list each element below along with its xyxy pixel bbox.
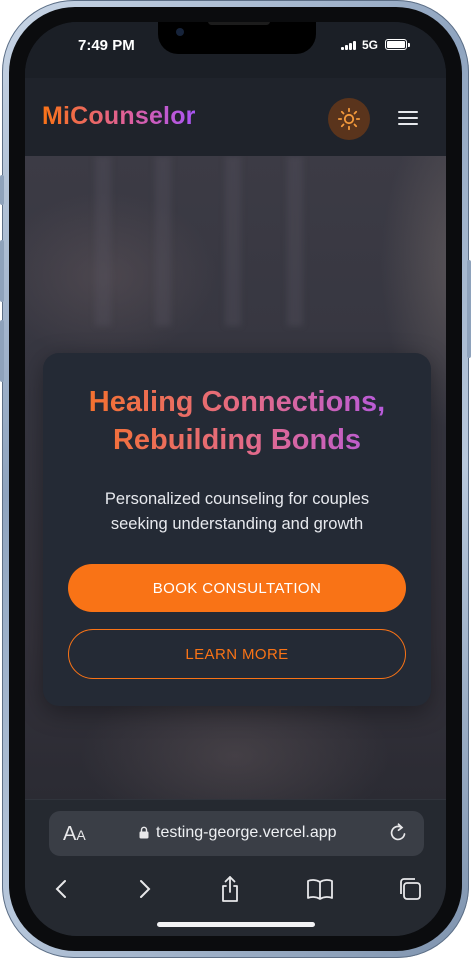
hero-subtitle: Personalized counseling for couples seek…	[73, 487, 401, 537]
learn-more-button[interactable]: LEARN MORE	[68, 629, 406, 679]
earpiece-speaker	[208, 22, 270, 25]
signal-icon	[341, 40, 359, 50]
bookmarks-icon[interactable]	[306, 875, 334, 903]
notch	[158, 22, 316, 54]
volume-up-button	[0, 240, 4, 302]
browser-toolbar: AA testing-george.vercel.app	[25, 799, 446, 936]
hero-title-line-1: Healing Connections,	[88, 386, 386, 418]
hero-subtitle-line-2: seeking understanding and growth	[110, 515, 364, 533]
reload-icon[interactable]	[386, 821, 410, 845]
background-blur	[225, 156, 241, 326]
theme-toggle-button[interactable]	[328, 98, 370, 140]
status-bar: 7:49 PM 5G	[25, 22, 446, 78]
hero-title: Healing Connections, Rebuilding Bonds	[43, 383, 431, 459]
background-blur	[95, 156, 111, 326]
power-button	[467, 260, 471, 358]
hero-title-line-2: Rebuilding Bonds	[112, 424, 362, 456]
battery-icon	[385, 39, 410, 50]
text-size-button[interactable]: AA	[63, 823, 86, 846]
browser-nav	[25, 875, 446, 905]
background-blur	[155, 156, 171, 326]
volume-down-button	[0, 320, 4, 382]
home-indicator[interactable]	[157, 922, 315, 927]
address-bar[interactable]: AA testing-george.vercel.app	[49, 811, 424, 856]
forward-icon[interactable]	[130, 875, 158, 903]
url-text: testing-george.vercel.app	[156, 824, 337, 841]
hamburger-menu-icon[interactable]	[398, 109, 420, 127]
site-header: MiCounselor	[25, 78, 446, 156]
site-logo[interactable]: MiCounselor	[42, 102, 196, 131]
hero-card: Healing Connections, Rebuilding Bonds Pe…	[43, 353, 431, 706]
tabs-icon[interactable]	[396, 875, 424, 903]
book-consultation-button[interactable]: BOOK CONSULTATION	[68, 564, 406, 612]
hero-subtitle-line-1: Personalized counseling for couples	[104, 490, 370, 508]
front-camera	[176, 28, 184, 36]
lock-icon	[139, 826, 149, 839]
silent-switch	[0, 175, 4, 205]
hero-section: Healing Connections, Rebuilding Bonds Pe…	[25, 156, 446, 799]
back-icon[interactable]	[48, 875, 76, 903]
network-type: 5G	[362, 38, 379, 52]
phone-screen: 7:49 PM 5G MiCounselor Healing Connectio…	[25, 22, 446, 936]
share-icon[interactable]	[216, 875, 244, 903]
background-blur	[287, 156, 303, 326]
status-time: 7:49 PM	[78, 37, 135, 54]
sun-icon	[337, 107, 361, 131]
